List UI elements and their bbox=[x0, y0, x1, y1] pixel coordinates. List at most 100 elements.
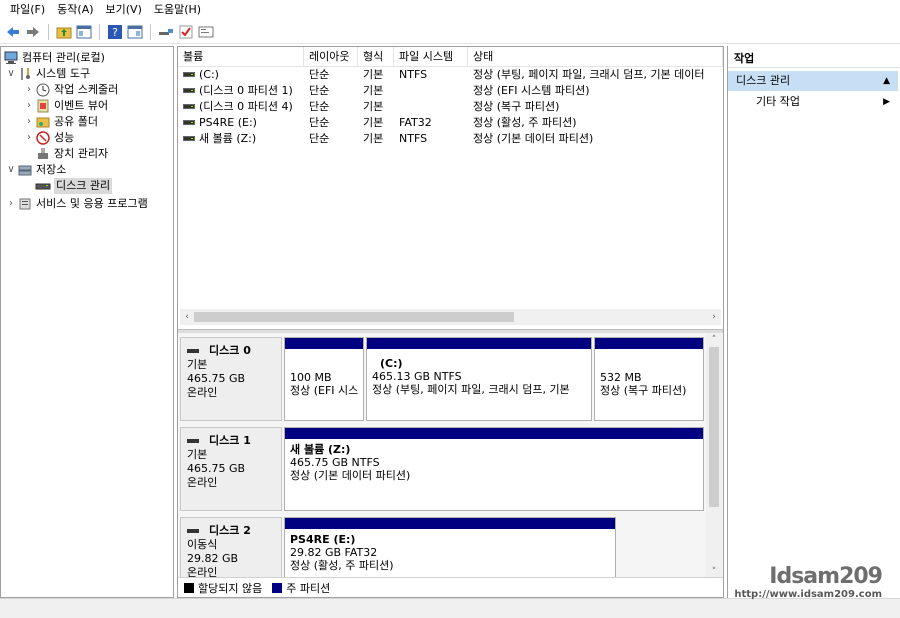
scroll-left-arrow-icon[interactable]: ‹ bbox=[180, 309, 194, 325]
column-header-volume[interactable]: 볼륨 bbox=[178, 47, 304, 67]
column-header-type[interactable]: 형식 bbox=[358, 47, 394, 67]
expand-chevron-icon[interactable]: › bbox=[23, 114, 35, 130]
tree-item-device-manager[interactable]: 장치 관리자 bbox=[35, 146, 108, 162]
partition-block[interactable]: 새 볼륨 (Z:) 465.75 GB NTFS 정상 (기본 데이터 파티션) bbox=[284, 427, 704, 511]
tree-item-disk-management[interactable]: 디스크 관리 bbox=[35, 178, 113, 194]
volume-status: 정상 (활성, 주 파티션) bbox=[473, 116, 577, 129]
actions-section-disk-management[interactable]: 디스크 관리 ▲ bbox=[728, 71, 898, 91]
column-header-status[interactable]: 상태 bbox=[468, 47, 723, 67]
tree-item-shared-folders[interactable]: › 공유 폴더 bbox=[23, 114, 98, 130]
partition-block[interactable]: 100 MB 정상 (EFI 시스 bbox=[284, 337, 364, 421]
volume-layout: 단순 bbox=[309, 84, 330, 97]
scroll-right-arrow-icon[interactable]: › bbox=[707, 309, 721, 325]
partition-status: 정상 (EFI 시스 bbox=[290, 384, 359, 397]
volume-name: PS4RE (E:) bbox=[199, 116, 257, 129]
volume-status: 정상 (복구 파티션) bbox=[473, 100, 560, 113]
folder-up-icon[interactable] bbox=[55, 23, 73, 41]
services-icon bbox=[17, 197, 33, 211]
disk-name: 디스크 0 bbox=[209, 344, 251, 357]
volume-name: (디스크 0 파티션 1) bbox=[199, 84, 293, 97]
partition-block[interactable]: 532 MB 정상 (복구 파티션) bbox=[594, 337, 704, 421]
volume-layout: 단순 bbox=[309, 68, 330, 81]
clock-icon bbox=[35, 83, 51, 97]
drive-icon bbox=[183, 119, 195, 125]
back-arrow-icon[interactable] bbox=[4, 23, 22, 41]
volume-type: 기본 bbox=[363, 100, 384, 113]
collapse-chevron-icon[interactable]: ∨ bbox=[5, 66, 17, 82]
partition-status: 정상 (활성, 주 파티션) bbox=[290, 559, 394, 572]
show-hide-tree-icon[interactable] bbox=[75, 23, 93, 41]
scroll-up-arrow-icon[interactable]: ˄ bbox=[706, 333, 722, 347]
primary-swatch bbox=[272, 582, 283, 593]
partition-color-bar bbox=[595, 338, 703, 349]
vertical-scrollbar[interactable]: ˄ ˅ bbox=[706, 333, 722, 579]
volume-layout: 단순 bbox=[309, 132, 330, 145]
column-header-layout[interactable]: 레이아웃 bbox=[304, 47, 358, 67]
volume-row[interactable]: 새 볼륨 (Z:) 단순 기본 NTFS 정상 (기본 데이터 파티션) bbox=[178, 131, 723, 147]
tree-label: 서비스 및 응용 프로그램 bbox=[36, 197, 148, 210]
volume-row[interactable]: (디스크 0 파티션 4) 단순 기본 정상 (복구 파티션) bbox=[178, 99, 723, 115]
properties-icon[interactable] bbox=[126, 23, 144, 41]
volume-row[interactable]: (디스크 0 파티션 1) 단순 기본 정상 (EFI 시스템 파티션) bbox=[178, 83, 723, 99]
partition-color-bar bbox=[285, 338, 363, 349]
expand-chevron-icon[interactable]: › bbox=[23, 82, 35, 98]
tree-item-system-tools[interactable]: ∨ 시스템 도구 bbox=[5, 66, 90, 82]
disk-size: 29.82 GB bbox=[187, 552, 239, 565]
disk-name: 디스크 2 bbox=[209, 524, 251, 537]
menu-help[interactable]: 도움말(H) bbox=[148, 0, 207, 20]
scrollbar-thumb[interactable] bbox=[709, 347, 719, 507]
actions-more-item[interactable]: 기타 작업 ▶ bbox=[728, 93, 898, 111]
computer-icon bbox=[3, 51, 19, 65]
partition-color-bar bbox=[367, 338, 591, 349]
actions-pane: 작업 디스크 관리 ▲ 기타 작업 ▶ bbox=[727, 46, 900, 598]
legend-primary: 주 파티션 bbox=[286, 581, 331, 595]
tree-item-services[interactable]: › 서비스 및 응용 프로그램 bbox=[5, 196, 148, 212]
event-viewer-icon bbox=[35, 99, 51, 113]
disk-size: 465.75 GB bbox=[187, 462, 246, 475]
expand-chevron-icon[interactable]: › bbox=[5, 196, 17, 212]
volume-row[interactable]: (C:) 단순 기본 NTFS 정상 (부팅, 페이지 파일, 크래시 덤프, … bbox=[178, 67, 723, 83]
volume-type: 기본 bbox=[363, 116, 384, 129]
tree-label: 컴퓨터 관리(로컬) bbox=[22, 51, 105, 64]
tree-item-storage[interactable]: ∨ 저장소 bbox=[5, 162, 66, 178]
collapse-triangle-icon[interactable]: ▲ bbox=[883, 71, 890, 91]
volume-layout: 단순 bbox=[309, 116, 330, 129]
tree-item-root[interactable]: 컴퓨터 관리(로컬) bbox=[3, 50, 105, 66]
submenu-arrow-icon: ▶ bbox=[883, 97, 890, 107]
partition-size: 100 MB bbox=[290, 371, 332, 384]
column-header-filesystem[interactable]: 파일 시스템 bbox=[394, 47, 468, 67]
volume-status: 정상 (기본 데이터 파티션) bbox=[473, 132, 594, 145]
tree-item-task-scheduler[interactable]: › 작업 스케줄러 bbox=[23, 82, 118, 98]
tree-item-event-viewer[interactable]: › 이벤트 뷰어 bbox=[23, 98, 108, 114]
expand-chevron-icon[interactable]: › bbox=[23, 130, 35, 146]
menu-action[interactable]: 동작(A) bbox=[51, 0, 99, 20]
menu-file[interactable]: 파일(F) bbox=[4, 0, 51, 20]
menu-view[interactable]: 보기(V) bbox=[100, 0, 148, 20]
scrollbar-thumb[interactable] bbox=[194, 312, 514, 322]
volume-status: 정상 (EFI 시스템 파티션) bbox=[473, 84, 590, 97]
disk-label[interactable]: 디스크 0 기본 465.75 GB 온라인 bbox=[180, 337, 282, 421]
disk-icon bbox=[35, 179, 51, 193]
expand-chevron-icon[interactable]: › bbox=[23, 98, 35, 114]
connect-icon[interactable] bbox=[157, 23, 175, 41]
partition-title: 새 볼륨 (Z:) bbox=[290, 443, 351, 456]
collapse-chevron-icon[interactable]: ∨ bbox=[5, 162, 17, 178]
partition-size: 29.82 GB FAT32 bbox=[290, 546, 378, 559]
partition-title: (C:) bbox=[380, 357, 403, 370]
console-icon[interactable] bbox=[197, 23, 215, 41]
legend: 할당되지 않음 주 파티션 bbox=[178, 577, 723, 597]
shared-folder-icon bbox=[35, 115, 51, 129]
horizontal-scrollbar[interactable]: ‹ › bbox=[180, 309, 721, 325]
disk-size: 465.75 GB bbox=[187, 372, 246, 385]
help-icon[interactable]: ? bbox=[106, 23, 124, 41]
volume-row[interactable]: PS4RE (E:) 단순 기본 FAT32 정상 (활성, 주 파티션) bbox=[178, 115, 723, 131]
menu-bar: 파일(F) 동작(A) 보기(V) 도움말(H) bbox=[0, 0, 900, 20]
tree-item-performance[interactable]: › 성능 bbox=[23, 130, 74, 146]
disk-label[interactable]: 디스크 1 기본 465.75 GB 온라인 bbox=[180, 427, 282, 511]
tree-label: 저장소 bbox=[36, 163, 67, 176]
tree-label: 성능 bbox=[54, 131, 75, 144]
partition-block[interactable]: (C:) 465.13 GB NTFS 정상 (부팅, 페이지 파일, 크래시 … bbox=[366, 337, 592, 421]
status-bar bbox=[0, 598, 900, 618]
forward-arrow-icon[interactable] bbox=[24, 23, 42, 41]
check-icon[interactable] bbox=[177, 23, 195, 41]
